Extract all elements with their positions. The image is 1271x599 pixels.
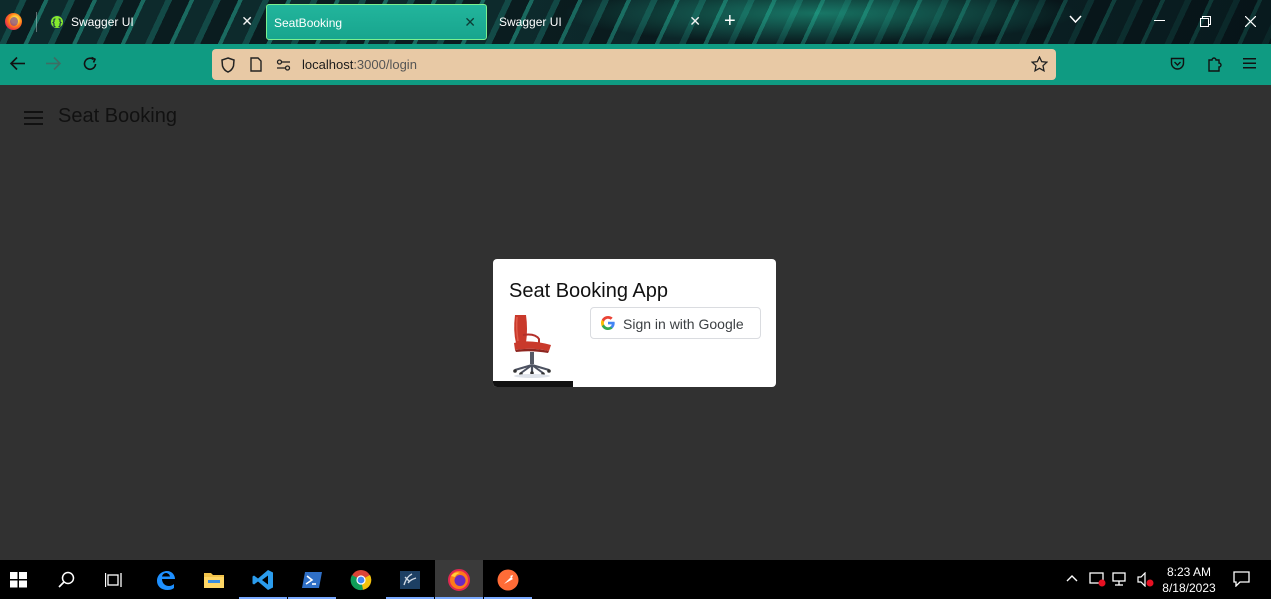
- volume-muted-icon[interactable]: [1137, 572, 1155, 587]
- google-sign-in-label: Sign in with Google: [623, 316, 744, 332]
- taskbar-powershell[interactable]: [288, 560, 336, 599]
- taskbar-sql-server-management-studio[interactable]: [386, 560, 434, 599]
- close-window-icon[interactable]: [1245, 16, 1256, 27]
- clock-date: 8/18/2023: [1162, 581, 1216, 595]
- hamburger-menu-icon[interactable]: [24, 111, 43, 125]
- tab-strip: { } Swagger UI ✕ SeatBooking ✕ Swagger U…: [0, 0, 1271, 44]
- task-view-icon: [105, 573, 122, 587]
- tab-label: Swagger UI: [499, 15, 562, 29]
- taskbar-edge[interactable]: [141, 560, 189, 599]
- list-all-tabs-icon[interactable]: [1069, 15, 1082, 24]
- url-text[interactable]: localhost:3000/login: [302, 57, 417, 72]
- google-g-icon: [601, 316, 615, 330]
- tab-swagger-ui-1[interactable]: { } Swagger UI ✕: [37, 4, 263, 40]
- app-title: Seat Booking: [58, 105, 177, 127]
- show-hidden-icons-chevron-icon[interactable]: [1066, 574, 1078, 582]
- search-icon: [58, 571, 75, 588]
- taskbar-postman[interactable]: [484, 560, 532, 599]
- clock-time: 8:23 AM: [1166, 565, 1212, 579]
- taskbar-file-explorer[interactable]: [190, 560, 238, 599]
- page-content: Seat Booking Seat Booking App Sign in wi…: [0, 85, 1271, 560]
- extensions-puzzle-icon[interactable]: [1207, 56, 1222, 72]
- pocket-icon[interactable]: [1170, 57, 1185, 71]
- minimize-icon[interactable]: [1154, 20, 1165, 22]
- vscode-icon: [252, 570, 273, 590]
- windows-taskbar: 8:23 AM 8/18/2023: [0, 560, 1271, 599]
- folder-icon: [204, 573, 224, 588]
- tab-label: Swagger UI: [71, 15, 134, 29]
- permissions-icon[interactable]: [276, 59, 291, 71]
- taskbar-firefox[interactable]: [435, 560, 483, 599]
- tab-swagger-ui-2[interactable]: Swagger UI ✕: [490, 4, 711, 40]
- page-info-icon[interactable]: [250, 57, 262, 72]
- taskbar-chrome[interactable]: [337, 560, 385, 599]
- restore-icon[interactable]: [1200, 16, 1211, 27]
- windows-logo-icon: [10, 572, 27, 588]
- reload-icon[interactable]: [82, 56, 98, 72]
- system-clock[interactable]: 8:23 AM 8/18/2023: [1160, 564, 1218, 596]
- start-button[interactable]: [0, 560, 48, 599]
- search-button[interactable]: [44, 560, 92, 599]
- bookmark-star-icon[interactable]: [1031, 56, 1048, 72]
- url-bar[interactable]: localhost:3000/login: [212, 49, 1056, 80]
- network-icon[interactable]: [1112, 572, 1130, 587]
- tracking-protection-shield-icon[interactable]: [221, 57, 235, 73]
- url-path: :3000/login: [353, 57, 417, 72]
- close-tab-icon[interactable]: ✕: [241, 13, 253, 30]
- firefox-icon: [448, 569, 470, 591]
- postman-icon: [497, 569, 519, 591]
- new-tab-button[interactable]: +: [724, 9, 736, 33]
- office-chair-illustration: [513, 315, 551, 378]
- edge-icon: [157, 571, 175, 590]
- ssms-icon: [400, 571, 420, 589]
- navigation-toolbar: localhost:3000/login: [0, 44, 1271, 85]
- task-view-button[interactable]: [90, 560, 138, 599]
- firefox-menu-icon[interactable]: [5, 13, 22, 30]
- notifications-icon[interactable]: [1233, 571, 1250, 587]
- card-title: Seat Booking App: [509, 280, 669, 302]
- security-warning-icon[interactable]: [1089, 572, 1106, 587]
- taskbar-vscode[interactable]: [239, 560, 287, 599]
- login-card: Seat Booking App Sign in with Google: [493, 259, 776, 387]
- swagger-favicon-icon: { }: [50, 15, 64, 29]
- forward-arrow-icon[interactable]: [45, 56, 62, 71]
- close-tab-icon[interactable]: ✕: [689, 13, 701, 30]
- powershell-icon: [302, 572, 322, 588]
- image-caption-strip: [493, 381, 573, 387]
- app-menu-icon[interactable]: [1243, 58, 1256, 69]
- tab-label: SeatBooking: [274, 16, 343, 30]
- close-tab-icon[interactable]: ✕: [464, 14, 476, 31]
- url-host: localhost: [302, 57, 354, 72]
- tab-seatbooking[interactable]: SeatBooking ✕: [266, 4, 487, 40]
- google-sign-in-button[interactable]: Sign in with Google: [590, 307, 761, 339]
- chrome-icon: [350, 570, 372, 591]
- back-arrow-icon[interactable]: [9, 56, 26, 71]
